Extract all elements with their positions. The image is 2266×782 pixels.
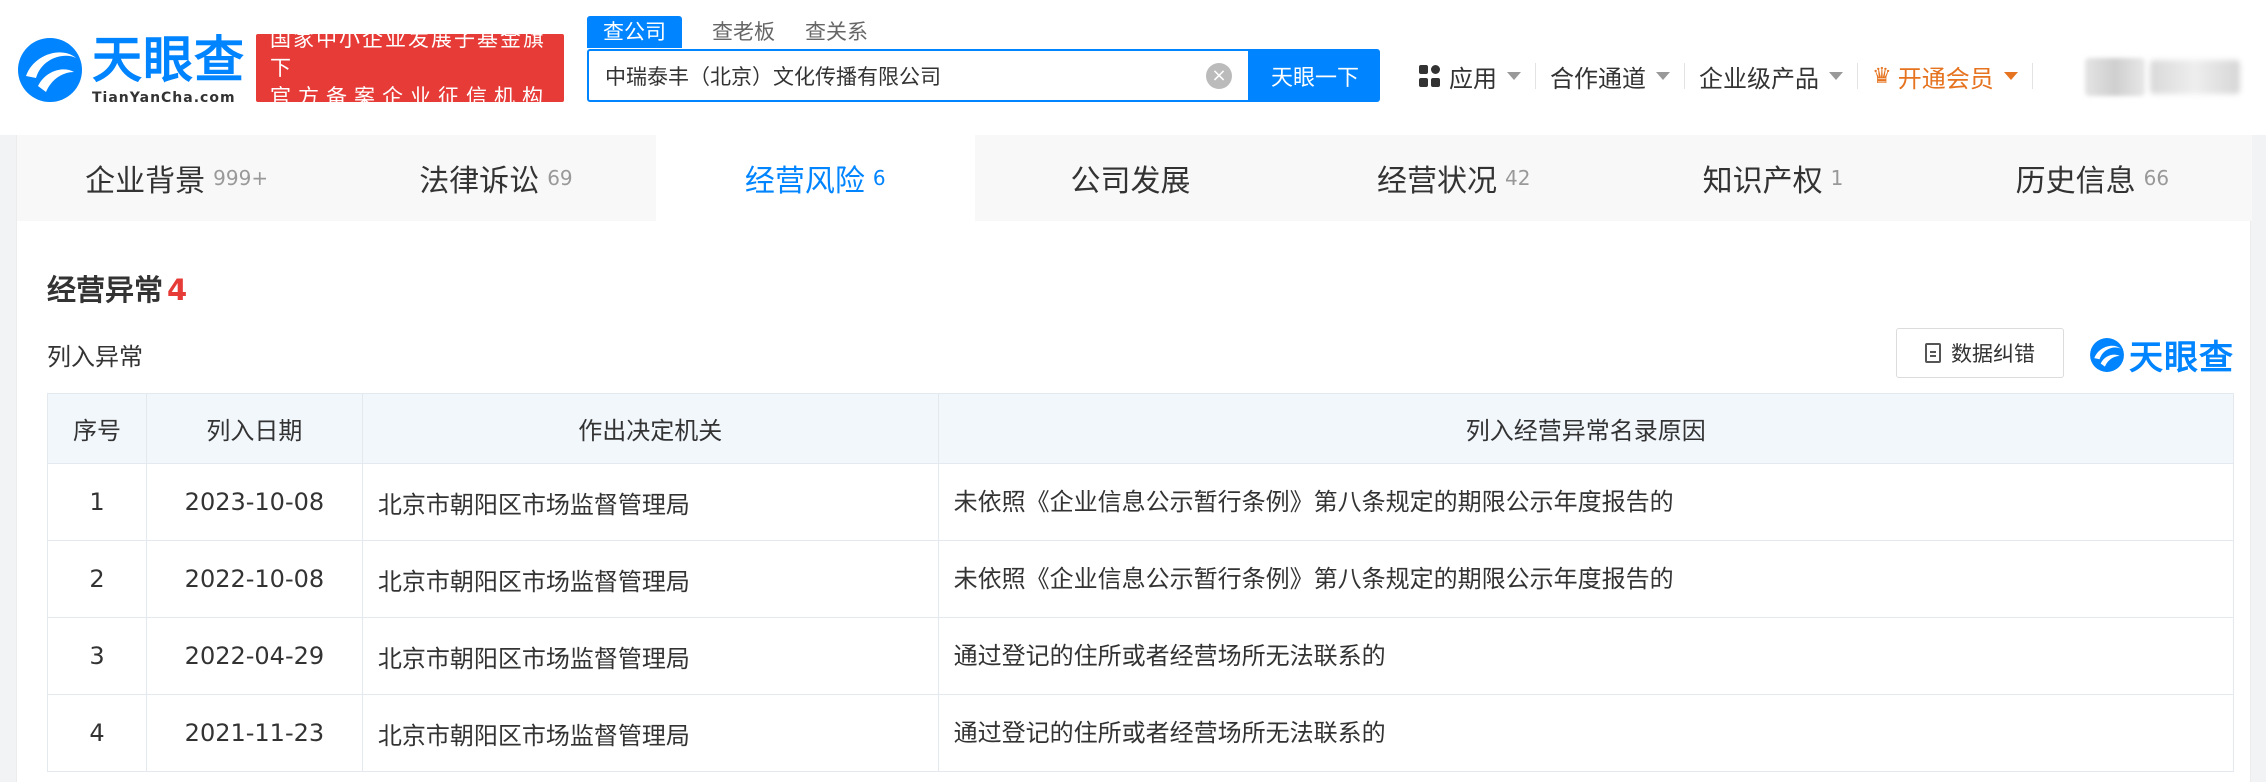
search-tab-boss[interactable]: 查老板 [712, 16, 775, 48]
dimension-tabs: 企业背景 999+ 法律诉讼 69 经营风险 6 公司发展 经营状况 42 知识产权 1 … [17, 135, 2252, 221]
nav-vip[interactable]: ♛ 开通会员 [1858, 59, 2032, 94]
cell-index: 4 [47, 694, 147, 772]
abnormal-table: 序号 列入日期 作出决定机关 列入经营异常名录原因 1 2023-10-08 北… [47, 393, 2235, 772]
tab-ip[interactable]: 知识产权 1 [1613, 135, 1933, 221]
nav-enterprise-label: 企业级产品 [1699, 64, 1819, 93]
site-logo[interactable]: 天眼查 TianYanCha.com [16, 34, 245, 106]
nav-apps[interactable]: 应用 [1405, 59, 1535, 94]
search-box: × [587, 49, 1250, 102]
cell-index: 3 [47, 617, 147, 695]
cell-authority: 北京市朝阳区市场监督管理局 [361, 540, 939, 618]
apps-grid-icon [1419, 65, 1441, 87]
cell-date: 2022-04-29 [145, 617, 363, 695]
table-row: 3 2022-04-29 北京市朝阳区市场监督管理局 通过登记的住所或者经营场所… [47, 617, 2235, 695]
section-subtitle: 列入异常 [47, 343, 143, 371]
cell-index: 1 [47, 463, 147, 541]
table-row: 2 2022-10-08 北京市朝阳区市场监督管理局 未依照《企业信息公示暂行条… [47, 540, 2235, 618]
nav-divider [2031, 63, 2033, 89]
cell-date: 2023-10-08 [145, 463, 363, 541]
nav-apps-label: 应用 [1449, 64, 1497, 93]
tianyancha-logo-icon [2090, 337, 2124, 372]
cell-reason: 未依照《企业信息公示暂行条例》第八条规定的期限公示年度报告的 [937, 463, 2235, 541]
data-correction-button[interactable]: 数据纠错 [1896, 328, 2064, 378]
tab-history[interactable]: 历史信息 66 [1932, 135, 2252, 221]
document-icon [1925, 343, 1941, 363]
nav-vip-label: 开通会员 [1897, 64, 1994, 93]
watermark-logo: 天眼查 [2089, 330, 2234, 379]
main-panel: 企业背景 999+ 法律诉讼 69 经营风险 6 公司发展 经营状况 42 知识产权 1 … [16, 135, 2252, 782]
tab-background[interactable]: 企业背景 999+ [17, 135, 337, 221]
avatar[interactable] [2085, 58, 2145, 96]
tianyancha-logo-icon [18, 38, 82, 102]
top-header: 天眼查 TianYanCha.com 国家中小企业发展子基金旗下 官方备案企业征… [0, 0, 2266, 135]
search-tab-company[interactable]: 查公司 [587, 16, 682, 48]
user-name-blurred[interactable] [2150, 60, 2240, 94]
chevron-down-icon [1656, 72, 1670, 80]
cell-reason: 通过登记的住所或者经营场所无法联系的 [937, 617, 2235, 695]
chevron-down-icon [2003, 72, 2018, 80]
cell-date: 2021-11-23 [145, 694, 363, 772]
badge-line-1: 国家中小企业发展子基金旗下 [270, 26, 546, 80]
cell-reason: 未依照《企业信息公示暂行条例》第八条规定的期限公示年度报告的 [937, 540, 2235, 618]
nav-partner[interactable]: 合作通道 [1536, 59, 1684, 94]
header-date: 列入日期 [145, 393, 363, 464]
logo-name-cn: 天眼查 [92, 31, 245, 89]
badge-line-2: 官方备案企业征信机构 [270, 84, 550, 109]
chevron-down-icon [1829, 72, 1843, 80]
tab-operation[interactable]: 经营状况 42 [1294, 135, 1614, 221]
top-nav: 应用 合作通道 企业级产品 ♛ 开通会员 [1405, 56, 2033, 96]
table-row: 4 2021-11-23 北京市朝阳区市场监督管理局 通过登记的住所或者经营场所… [47, 694, 2235, 772]
search-tab-relation[interactable]: 查关系 [805, 16, 868, 48]
cell-index: 2 [47, 540, 147, 618]
tab-business-risk[interactable]: 经营风险 6 [655, 135, 975, 221]
official-badge[interactable]: 国家中小企业发展子基金旗下 官方备案企业征信机构 [256, 27, 564, 109]
cell-authority: 北京市朝阳区市场监督管理局 [361, 463, 939, 541]
cell-authority: 北京市朝阳区市场监督管理局 [361, 694, 939, 772]
cell-reason: 通过登记的住所或者经营场所无法联系的 [937, 694, 2235, 772]
logo-name-en: TianYanCha.com [92, 90, 236, 106]
tab-legal[interactable]: 法律诉讼 69 [336, 135, 656, 221]
header-authority: 作出决定机关 [361, 393, 939, 464]
cell-authority: 北京市朝阳区市场监督管理局 [361, 617, 939, 695]
nav-enterprise[interactable]: 企业级产品 [1685, 59, 1857, 94]
cell-date: 2022-10-08 [145, 540, 363, 618]
search-type-tabs: 查公司 查老板 查关系 [587, 16, 898, 48]
nav-partner-label: 合作通道 [1550, 64, 1646, 93]
table-row: 1 2023-10-08 北京市朝阳区市场监督管理局 未依照《企业信息公示暂行条… [47, 463, 2235, 541]
search-input[interactable] [589, 53, 1189, 98]
table-header-row: 序号 列入日期 作出决定机关 列入经营异常名录原因 [47, 393, 2235, 464]
section-count: 4 [167, 273, 188, 307]
crown-icon: ♛ [1872, 63, 1892, 89]
clear-icon[interactable]: × [1206, 63, 1232, 89]
search-button[interactable]: 天眼一下 [1250, 49, 1380, 102]
header-reason: 列入经营异常名录原因 [937, 393, 2235, 464]
tab-development[interactable]: 公司发展 [974, 135, 1295, 221]
section-title: 经营异常 4 [47, 273, 188, 307]
chevron-down-icon [1507, 72, 1521, 80]
header-index: 序号 [47, 393, 147, 464]
